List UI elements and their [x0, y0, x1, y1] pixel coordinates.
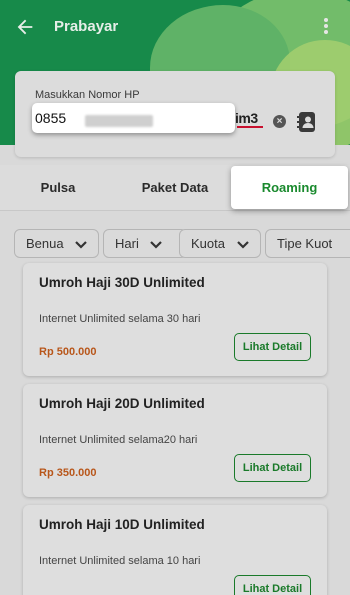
tab-paket-data[interactable]: Paket Data: [130, 165, 220, 211]
tab-roaming[interactable]: Roaming: [231, 166, 348, 209]
filter-kuota[interactable]: Kuota: [179, 229, 261, 258]
filter-hari[interactable]: Hari: [103, 229, 187, 258]
back-button[interactable]: [14, 16, 38, 38]
operator-logo-underline: [237, 126, 263, 128]
chevron-down-icon: [236, 240, 249, 249]
detail-button[interactable]: Lihat Detail: [234, 454, 311, 482]
package-description: Internet Unlimited selama 10 hari: [39, 555, 201, 567]
package-name: Umroh Haji 10D Unlimited: [39, 517, 205, 532]
filter-bar: Benua Hari Kuota Tipe Kuot: [14, 229, 350, 259]
clear-icon[interactable]: ×: [273, 115, 286, 128]
chevron-down-icon: [150, 240, 163, 249]
package-price: Rp 350.000: [39, 467, 97, 479]
operator-logo: im3: [235, 110, 258, 126]
filter-label: Benua: [26, 236, 64, 251]
phone-number-card: Masukkan Nomor HP im3 ×: [15, 71, 335, 157]
detail-button[interactable]: Lihat Detail: [234, 575, 311, 595]
package-name: Umroh Haji 30D Unlimited: [39, 275, 205, 290]
package-description: Internet Unlimited selama 30 hari: [39, 313, 201, 325]
detail-button[interactable]: Lihat Detail: [234, 333, 311, 361]
package-card[interactable]: Umroh Haji 20D Unlimited Internet Unlimi…: [23, 384, 327, 497]
product-tabs: Pulsa Paket Data Roaming: [0, 165, 350, 211]
back-arrow-icon: [17, 19, 33, 35]
filter-label: Hari: [115, 236, 139, 251]
package-price: Rp 500.000: [39, 346, 97, 358]
page-title: Prabayar: [54, 18, 119, 35]
filter-label: Kuota: [191, 236, 225, 251]
package-card[interactable]: Umroh Haji 10D Unlimited Internet Unlimi…: [23, 505, 327, 595]
filter-benua[interactable]: Benua: [14, 229, 99, 258]
filter-label: Tipe Kuot: [277, 236, 333, 251]
chevron-down-icon: [75, 240, 87, 249]
tab-pulsa[interactable]: Pulsa: [18, 165, 98, 211]
redacted-number: [85, 115, 153, 127]
more-vert-icon[interactable]: [318, 15, 334, 37]
filter-tipe-kuota[interactable]: Tipe Kuot: [265, 229, 350, 258]
phone-label: Masukkan Nomor HP: [35, 89, 140, 101]
package-description: Internet Unlimited selama20 hari: [39, 434, 198, 446]
package-card[interactable]: Umroh Haji 30D Unlimited Internet Unlimi…: [23, 263, 327, 376]
package-name: Umroh Haji 20D Unlimited: [39, 396, 205, 411]
contact-book-icon[interactable]: [297, 111, 317, 133]
